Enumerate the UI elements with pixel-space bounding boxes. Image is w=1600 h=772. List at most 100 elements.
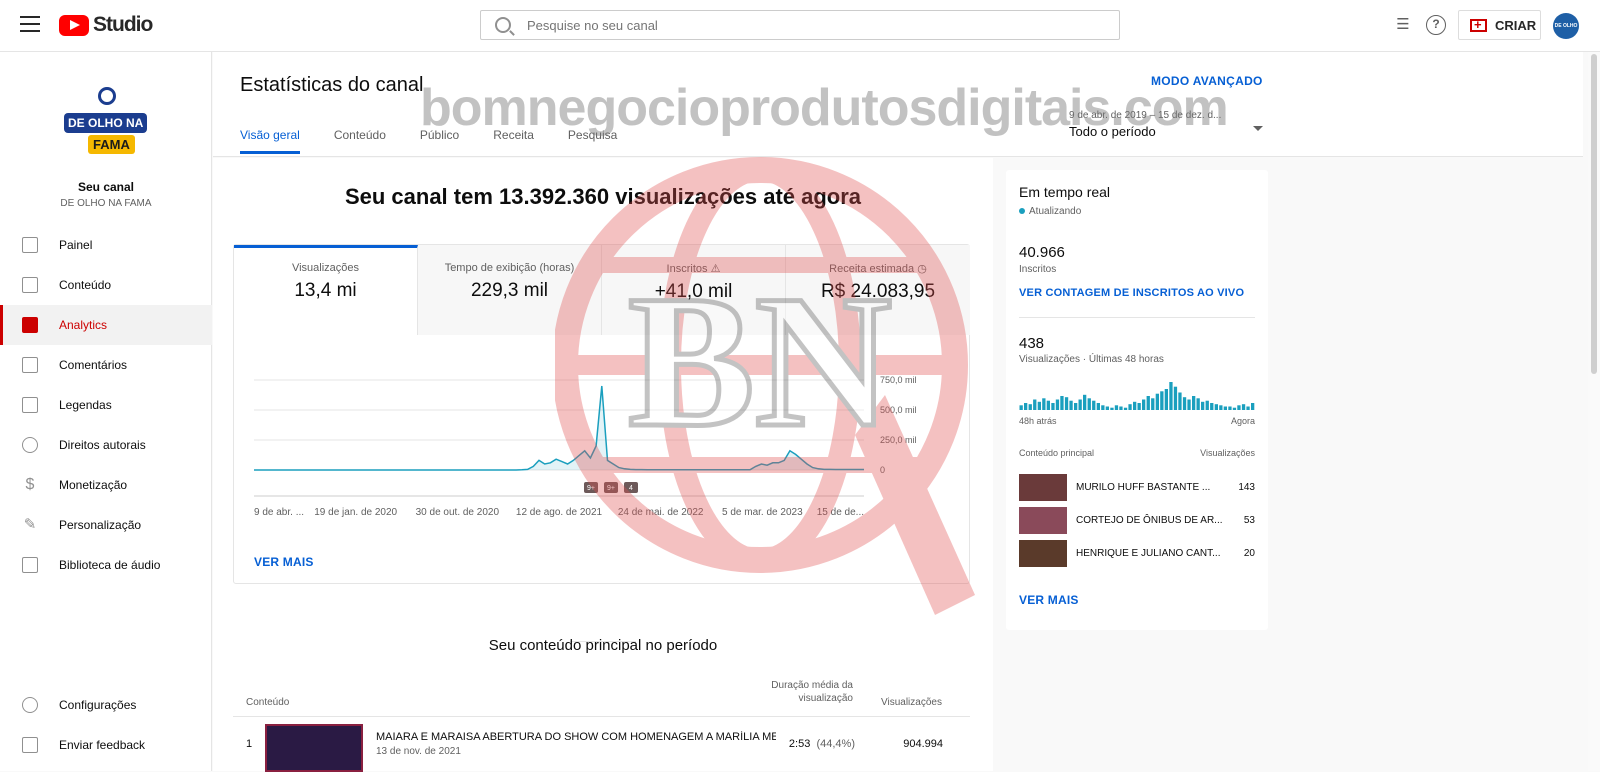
realtime-bar	[1201, 401, 1205, 410]
tab-pesquisa[interactable]: Pesquisa	[568, 128, 617, 154]
metric-label: Tempo de exibição (horas)	[444, 262, 575, 274]
realtime-bar	[1055, 399, 1060, 410]
realtime-bar	[1205, 400, 1209, 410]
logo-text: Studio	[93, 13, 153, 36]
sidebar-item-configuracoes[interactable]: Configurações	[0, 685, 212, 725]
top-bar: Studio ☰ ? CRIAR DE OLHO NA FAMA	[0, 0, 1600, 52]
video-thumbnail[interactable]	[1019, 540, 1067, 567]
realtime-bar	[1142, 399, 1146, 410]
main-area: Estatísticas do canal MODO AVANÇADO Visã…	[213, 52, 1600, 772]
series-area	[254, 386, 864, 470]
top-content-title: Seu conteúdo principal no período	[488, 637, 718, 654]
account-avatar[interactable]: DE OLHO NA FAMA	[1553, 13, 1579, 39]
video-title[interactable]: MAIARA E MARAISA ABERTURA DO SHOW COM HO…	[376, 731, 776, 743]
row-rank: 1	[246, 738, 253, 750]
realtime-list-item[interactable]: CORTEJO DE ÔNIBUS DE AR... 53	[1019, 507, 1255, 537]
video-thumbnail[interactable]	[265, 724, 363, 772]
tab-visao-geral[interactable]: Visão geral	[240, 128, 300, 154]
realtime-axis-left: 48h atrás	[1019, 416, 1057, 426]
sidebar-item-label: Configurações	[59, 698, 137, 712]
metric-label-text: Receita estimada	[829, 263, 915, 275]
search-box[interactable]	[480, 10, 1120, 40]
sidebar-item-legendas[interactable]: Legendas	[0, 385, 212, 425]
realtime-bar	[1087, 398, 1091, 410]
column-header-views[interactable]: Visualizações	[881, 697, 942, 708]
realtime-bar	[1046, 400, 1050, 410]
monetization-icon: $	[25, 476, 35, 493]
advanced-mode-button[interactable]: MODO AVANÇADO	[1151, 74, 1263, 88]
search-input[interactable]	[527, 17, 1087, 33]
table-row[interactable]: 1 MAIARA E MARAISA ABERTURA DO SHOW COM …	[233, 718, 970, 772]
sidebar-item-label: Personalização	[59, 518, 142, 532]
create-label: CRIAR	[1495, 17, 1537, 33]
sidebar: DE OLHO NA FAMA Seu canal DE OLHO NA FAM…	[0, 52, 212, 771]
x-tick-label: 15 de de...	[817, 507, 864, 518]
metric-tab-views[interactable]: Visualizações 13,4 mi	[234, 245, 418, 335]
realtime-item-views: 143	[1238, 482, 1255, 493]
channel-logo-line1: DE OLHO NA	[64, 113, 148, 133]
channel-avatar[interactable]: DE OLHO NA FAMA	[60, 85, 152, 177]
sidebar-item-comentarios[interactable]: Comentários	[0, 345, 212, 385]
realtime-bar	[1064, 397, 1069, 410]
analytics-tabs: Visão geral Conteúdo Público Receita Pes…	[240, 128, 617, 154]
realtime-bar	[1160, 391, 1164, 410]
realtime-bar	[1223, 406, 1227, 410]
period-selected: Todo o período	[1069, 124, 1156, 139]
realtime-bar	[1196, 398, 1200, 410]
realtime-bar	[1187, 399, 1191, 410]
realtime-bar	[1241, 404, 1246, 410]
sidebar-item-enviar-feedback[interactable]: Enviar feedback	[0, 725, 212, 765]
realtime-bar	[1074, 403, 1078, 410]
realtime-bar	[1146, 396, 1150, 410]
customization-icon: ✎	[23, 516, 37, 533]
realtime-list-item[interactable]: HENRIQUE E JULIANO CANT... 20	[1019, 540, 1255, 570]
tab-receita[interactable]: Receita	[493, 128, 534, 154]
realtime-bar	[1119, 406, 1123, 410]
realtime-bar	[1182, 397, 1187, 410]
sidebar-item-painel[interactable]: Painel	[0, 225, 212, 265]
sidebar-item-conteudo[interactable]: Conteúdo	[0, 265, 212, 305]
realtime-see-more-link[interactable]: VER MAIS	[1019, 593, 1079, 607]
realtime-bar	[1192, 396, 1196, 410]
sidebar-item-monetizacao[interactable]: $ Monetização	[0, 465, 212, 505]
realtime-bar	[1151, 398, 1155, 410]
tab-publico[interactable]: Público	[420, 128, 459, 154]
period-selector[interactable]: 9 de abr. de 2019 – 15 de dez. d... Todo…	[1069, 110, 1269, 139]
sidebar-item-label: Biblioteca de áudio	[59, 558, 161, 572]
help-icon[interactable]: ?	[1426, 15, 1446, 35]
subtitles-icon	[22, 397, 38, 413]
metric-tab-revenue[interactable]: Receita estimada ◷ R$ 24.083,95	[786, 245, 970, 335]
video-thumbnail[interactable]	[1019, 507, 1067, 534]
video-thumbnail[interactable]	[1019, 474, 1067, 501]
dashboard-icon	[22, 237, 38, 253]
sidebar-item-label: Legendas	[59, 398, 112, 412]
sidebar-item-analytics[interactable]: Analytics	[0, 305, 212, 345]
sidebar-item-personalizacao[interactable]: ✎ Personalização	[0, 505, 212, 545]
comments-icon	[22, 357, 38, 373]
metric-value: 229,3 mil	[470, 280, 549, 301]
realtime-list-item[interactable]: MURILO HUFF BASTANTE ... 143	[1019, 474, 1255, 504]
realtime-bar	[1069, 400, 1073, 410]
realtime-bar	[1228, 406, 1232, 410]
scrollbar[interactable]	[1588, 52, 1600, 771]
see-more-chart-link[interactable]: VER MAIS	[254, 555, 314, 569]
live-subscriber-count-link[interactable]: VER CONTAGEM DE INSCRITOS AO VIVO	[1019, 287, 1244, 299]
avg-duration-value: 2:53	[788, 738, 811, 750]
create-button[interactable]: CRIAR	[1458, 10, 1541, 40]
tab-conteudo[interactable]: Conteúdo	[334, 128, 386, 154]
sidebar-item-direitos-autorais[interactable]: Direitos autorais	[0, 425, 212, 465]
metric-tab-watch-time[interactable]: Tempo de exibição (horas) 229,3 mil	[418, 245, 602, 335]
realtime-title: Em tempo real	[1019, 184, 1111, 200]
messages-icon[interactable]: ☰	[1393, 15, 1413, 35]
avg-duration: 2:53 (44,4%)	[760, 738, 855, 750]
scrollbar-thumb[interactable]	[1591, 54, 1597, 374]
metric-tab-subscribers[interactable]: Inscritos ⚠ +41,0 mil	[602, 245, 786, 335]
realtime-item-title: HENRIQUE E JULIANO CANT...	[1076, 548, 1221, 559]
feedback-icon	[22, 737, 38, 753]
youtube-studio-logo[interactable]: Studio	[59, 13, 153, 37]
menu-icon[interactable]	[20, 16, 40, 32]
create-video-icon	[1470, 17, 1487, 32]
clock-icon: ◷	[917, 263, 927, 275]
sidebar-item-biblioteca-de-audio[interactable]: Biblioteca de áudio	[0, 545, 212, 585]
sidebar-item-label: Painel	[59, 238, 93, 252]
